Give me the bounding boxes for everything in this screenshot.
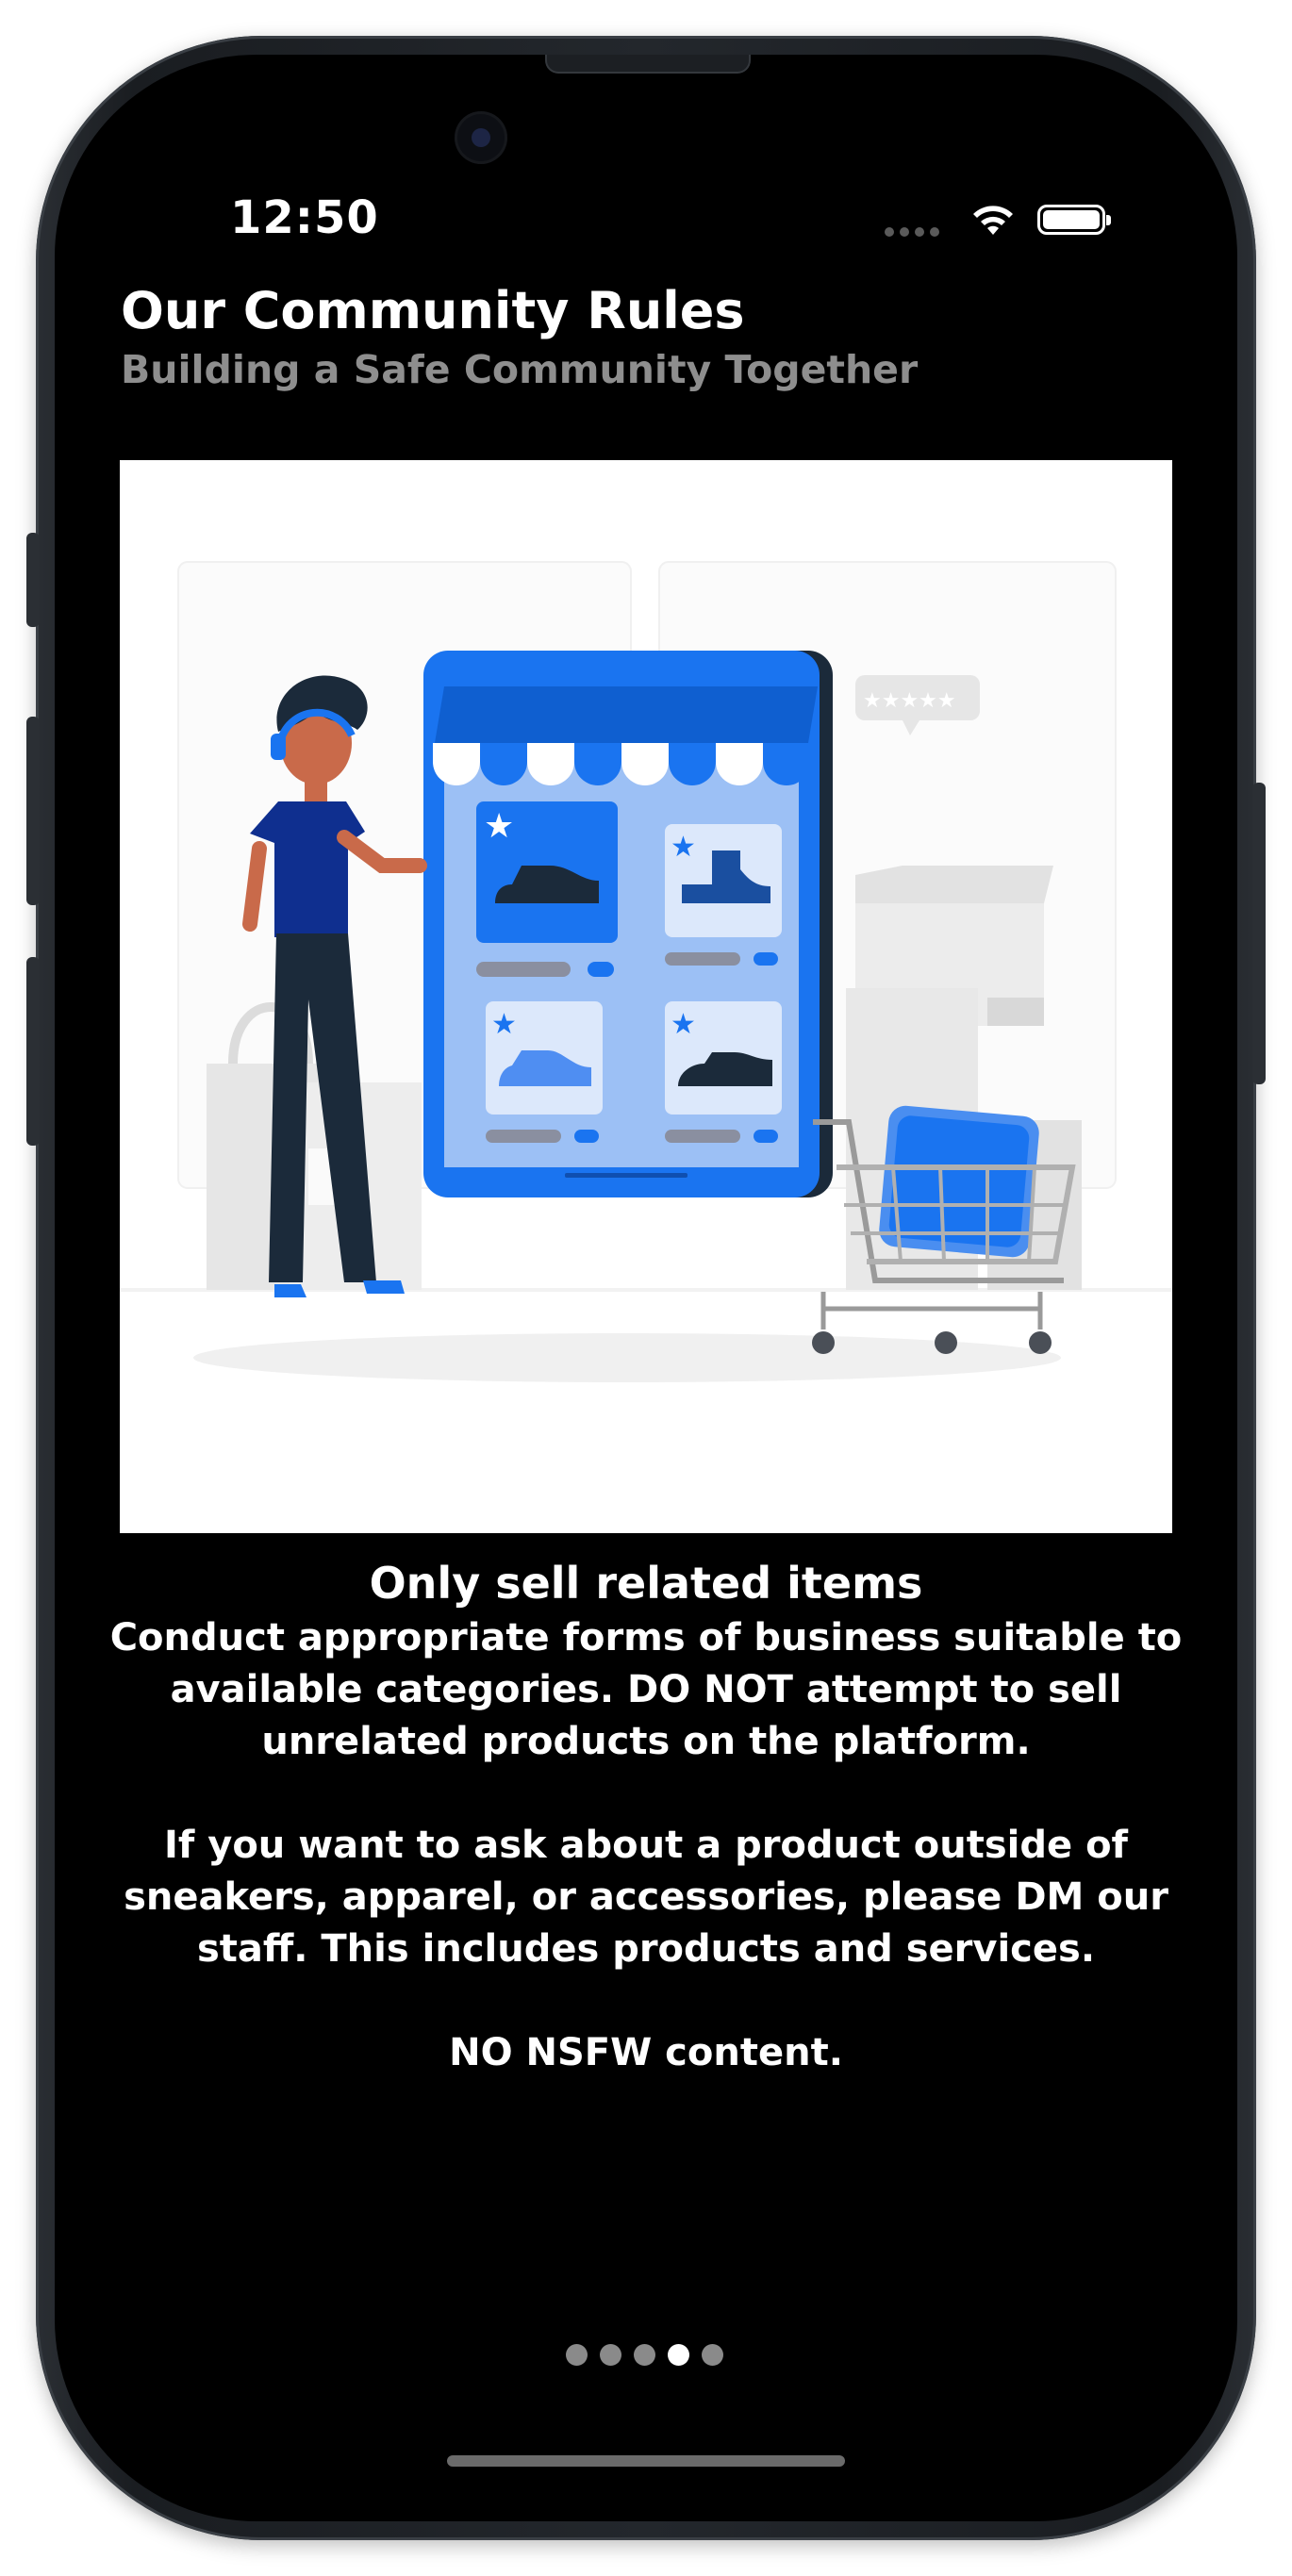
battery-icon (1037, 205, 1111, 235)
svg-text:★: ★ (671, 831, 696, 864)
power-button (1252, 783, 1266, 1084)
rule-content: Only sell related items Conduct appropri… (92, 1554, 1200, 2131)
silent-switch (26, 533, 40, 627)
page-dot[interactable] (566, 2344, 588, 2366)
page-subtitle: Building a Safe Community Together (121, 347, 919, 392)
rule-paragraph: Conduct appropriate forms of business su… (109, 1616, 1183, 1763)
home-indicator[interactable] (447, 2455, 845, 2467)
page-dot[interactable] (634, 2344, 655, 2366)
status-time: 12:50 (230, 191, 379, 244)
svg-text:★: ★ (671, 1008, 696, 1041)
rule-paragraph: If you want to ask about a product outsi… (124, 1824, 1168, 1971)
svg-text:★★★★★: ★★★★★ (863, 689, 956, 713)
speaker-grille (545, 55, 751, 74)
front-camera (455, 111, 507, 164)
page-dot[interactable] (702, 2344, 723, 2366)
page-dot-active[interactable] (668, 2344, 689, 2366)
volume-down-button (26, 957, 40, 1146)
rule-illustration: ★★★★★ ★ ★ ★ ★ (120, 460, 1172, 1533)
page-title: Our Community Rules (121, 281, 745, 340)
svg-text:★: ★ (484, 807, 514, 846)
online-shopping-illustration: ★★★★★ ★ ★ ★ ★ (120, 561, 1172, 1382)
page-indicator[interactable] (566, 2344, 736, 2369)
cellular-signal-icon (885, 227, 941, 237)
screen: 12:50 Our Community Rules Building a Saf… (55, 55, 1237, 2521)
volume-up-button (26, 717, 40, 905)
rule-title: Only sell related items (369, 1558, 923, 1609)
wifi-icon (973, 206, 1013, 235)
page-dot[interactable] (600, 2344, 621, 2366)
svg-text:★: ★ (491, 1008, 517, 1041)
rule-paragraph: NO NSFW content. (449, 2031, 843, 2074)
